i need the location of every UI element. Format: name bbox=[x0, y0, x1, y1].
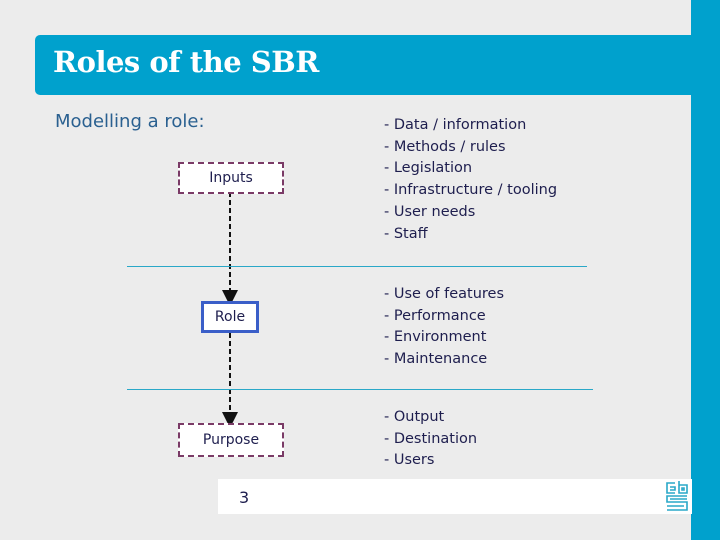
purpose-box: Purpose bbox=[178, 423, 284, 457]
role-label: Role bbox=[214, 309, 246, 325]
list-item: - Destination bbox=[384, 430, 478, 447]
role-box: Role bbox=[201, 301, 259, 333]
list-item: - Performance bbox=[384, 307, 486, 324]
list-item: - Maintenance bbox=[384, 351, 488, 368]
list-item: - Legislation bbox=[384, 160, 473, 177]
list-item: - Users bbox=[384, 452, 435, 469]
cbs-logo-icon bbox=[666, 481, 688, 511]
inputs-box: Inputs bbox=[178, 162, 284, 194]
list-item: - Data / information bbox=[384, 117, 527, 133]
list-item: - Infrastructure / tooling bbox=[384, 182, 558, 199]
list-item: - Output bbox=[384, 409, 445, 425]
list-item: - Environment bbox=[384, 329, 487, 346]
divider-1 bbox=[127, 266, 587, 267]
purpose-label: Purpose bbox=[202, 432, 260, 448]
divider-2 bbox=[127, 389, 593, 390]
purpose-list: - Output - Destination - Users bbox=[384, 407, 477, 472]
list-item: - User needs bbox=[384, 203, 476, 220]
footer: 3 bbox=[218, 479, 692, 514]
list-item: - Methods / rules bbox=[384, 138, 506, 155]
inputs-label: Inputs bbox=[209, 170, 253, 186]
list-item: - Use of features bbox=[384, 286, 505, 302]
diagram-connectors bbox=[222, 192, 238, 428]
page-number: 3 bbox=[239, 488, 250, 507]
role-list: - Use of features - Performance - Enviro… bbox=[384, 284, 504, 371]
list-item: - Staff bbox=[384, 225, 428, 242]
inputs-list: - Data / information - Methods / rules -… bbox=[384, 115, 557, 245]
